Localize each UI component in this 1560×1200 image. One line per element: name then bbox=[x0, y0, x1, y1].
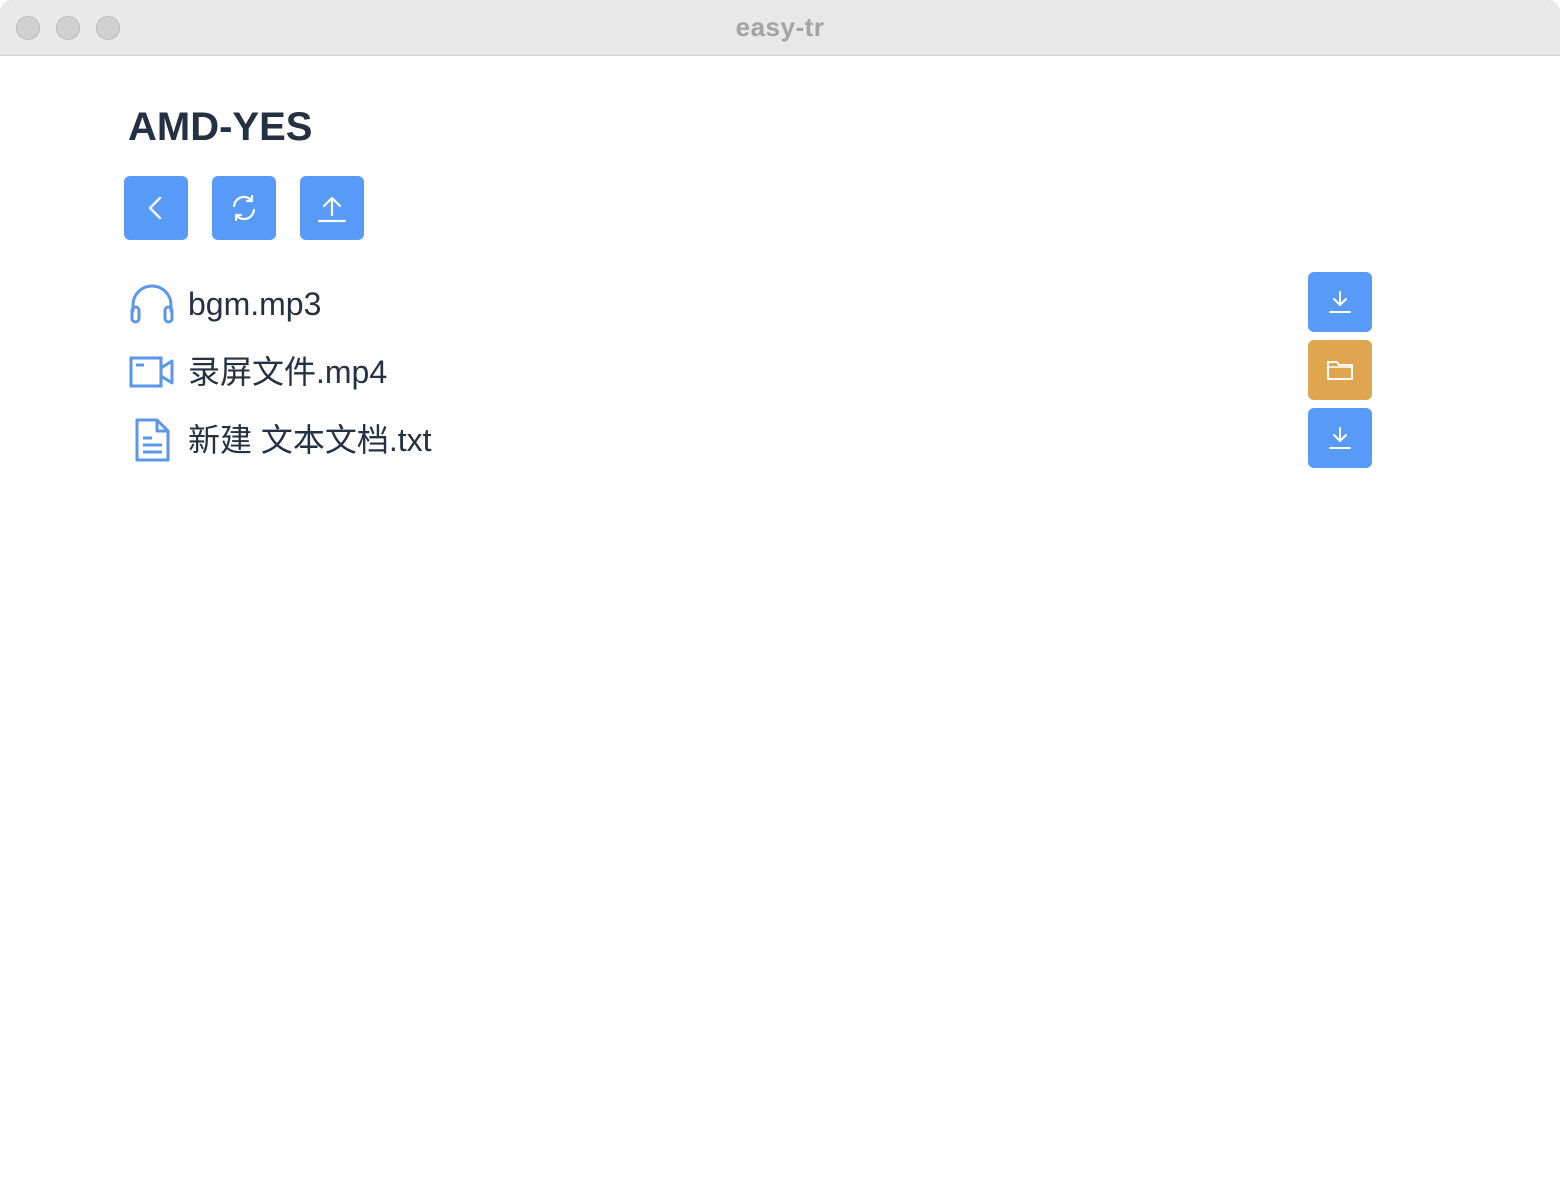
refresh-icon bbox=[232, 194, 256, 222]
refresh-button[interactable] bbox=[212, 176, 276, 240]
file-name[interactable]: 录屏文件.mp4 bbox=[188, 353, 387, 391]
headphones-icon bbox=[128, 282, 176, 326]
page-title: AMD-YES bbox=[128, 105, 313, 149]
video-camera-icon bbox=[128, 350, 176, 394]
chevron-left-icon bbox=[148, 196, 162, 220]
download-button[interactable] bbox=[1308, 408, 1372, 468]
window-title: easy-tr bbox=[735, 12, 825, 42]
file-name[interactable]: bgm.mp3 bbox=[188, 285, 321, 323]
title-bar[interactable]: easy-tr bbox=[0, 0, 1560, 56]
app-window: easy-tr AMD-YES bgm.mp3 录屏文件.mp4 新建 文本文档… bbox=[0, 0, 1560, 1200]
document-icon bbox=[128, 418, 176, 462]
file-row: bgm.mp3 bbox=[128, 272, 1388, 332]
download-icon bbox=[1329, 427, 1351, 449]
file-row: 录屏文件.mp4 bbox=[128, 340, 1388, 400]
open-folder-button[interactable] bbox=[1308, 340, 1372, 400]
file-name[interactable]: 新建 文本文档.txt bbox=[188, 421, 432, 459]
download-icon bbox=[1329, 291, 1351, 313]
download-button[interactable] bbox=[1308, 272, 1372, 332]
back-button[interactable] bbox=[124, 176, 188, 240]
upload-icon bbox=[317, 196, 347, 223]
file-row: 新建 文本文档.txt bbox=[128, 408, 1388, 468]
main-content: AMD-YES bgm.mp3 录屏文件.mp4 新建 文本文档.txt bbox=[0, 57, 1560, 1200]
upload-button[interactable] bbox=[300, 176, 364, 240]
folder-icon bbox=[1327, 361, 1353, 380]
